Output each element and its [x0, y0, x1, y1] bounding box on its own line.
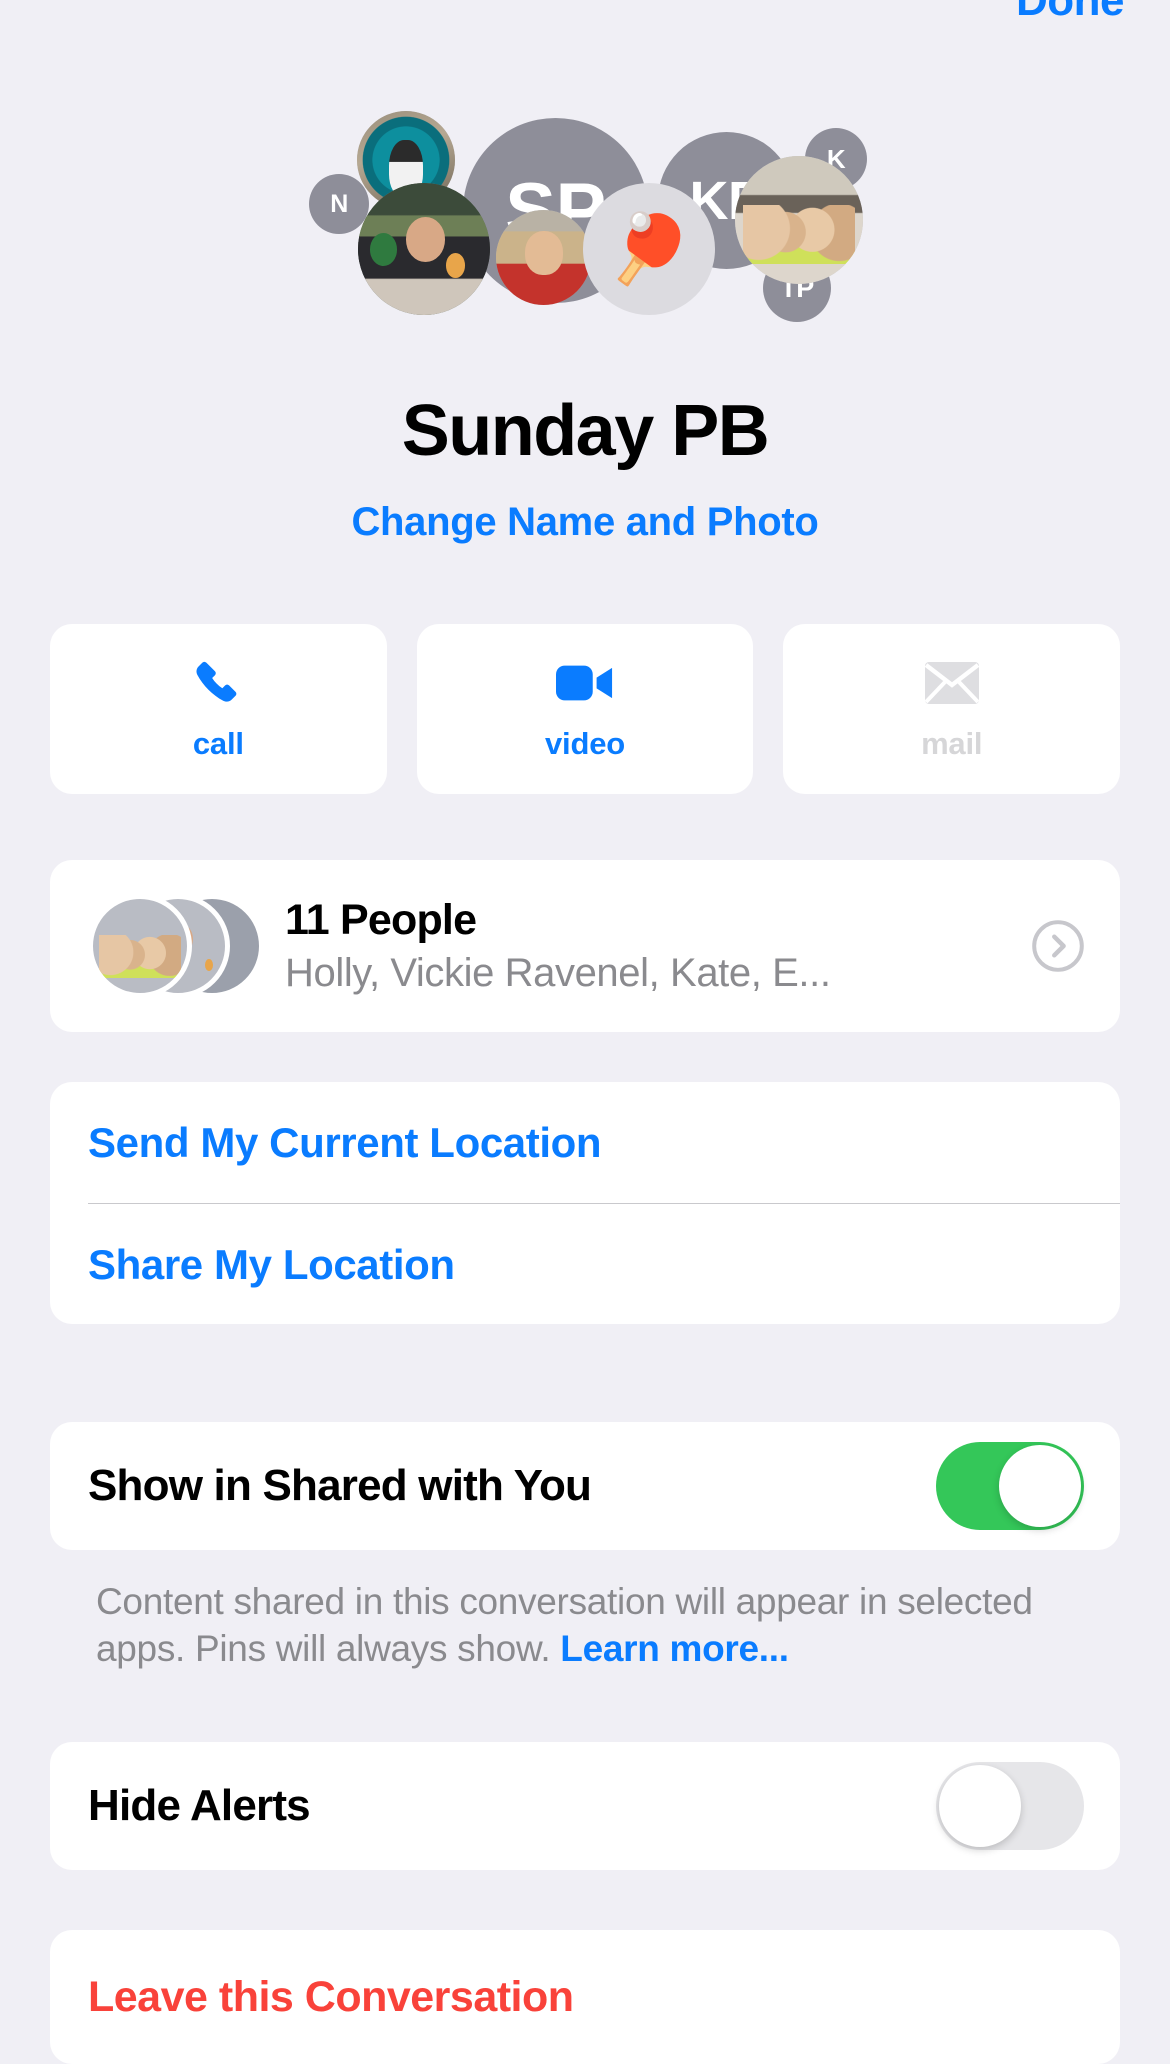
leave-conversation-card: Leave this Conversation: [50, 1930, 1120, 2064]
share-my-location-button[interactable]: Share My Location: [50, 1204, 1120, 1325]
participant-avatar-stack: [88, 894, 264, 998]
change-name-and-photo-link[interactable]: Change Name and Photo: [0, 500, 1170, 545]
shared-with-you-label: Show in Shared with You: [88, 1461, 592, 1510]
navigation-bar: Done: [0, 0, 1170, 40]
avatar-portrait-photo: [496, 210, 591, 305]
people-row[interactable]: 11 People Holly, Vickie Ravenel, Kate, E…: [50, 860, 1120, 1032]
people-text-block: 11 People Holly, Vickie Ravenel, Kate, E…: [285, 896, 1030, 996]
people-count-label: 11 People: [285, 895, 477, 944]
chevron-right-circle-icon[interactable]: [1030, 918, 1086, 974]
leave-conversation-button[interactable]: Leave this Conversation: [50, 1930, 1120, 2064]
quick-actions-row: call video mail: [50, 624, 1121, 794]
portrait-photo-fill: [496, 210, 591, 305]
video-icon: [556, 656, 614, 710]
group-photo-fill: [735, 156, 863, 284]
mail-icon: [924, 656, 980, 710]
send-my-current-location-button[interactable]: Send My Current Location: [50, 1082, 1120, 1203]
call-button-label: call: [192, 726, 244, 761]
shared-with-you-footnote: Content shared in this conversation will…: [96, 1578, 1066, 1673]
hide-alerts-row: Hide Alerts: [50, 1742, 1120, 1870]
people-names-label: Holly, Vickie Ravenel, Kate, E...: [285, 951, 831, 996]
hide-alerts-toggle[interactable]: [936, 1762, 1084, 1850]
video-button-label: video: [545, 726, 625, 761]
group-avatar-cluster[interactable]: SP KP K N TP 🏓: [0, 96, 1170, 376]
toggle-knob: [939, 1765, 1021, 1847]
page-title: Sunday PB: [401, 391, 770, 471]
learn-more-link[interactable]: Learn more...: [560, 1628, 789, 1669]
group-details-screen: Done SP KP K N TP 🏓: [0, 0, 1170, 2064]
avatar-initials-label: N: [330, 189, 348, 218]
call-button[interactable]: call: [50, 624, 387, 794]
shared-with-you-row: Show in Shared with You: [50, 1422, 1120, 1550]
avatar-friends-photo: [358, 183, 490, 315]
friends-photo-fill: [358, 183, 490, 315]
ping-pong-paddle-icon: 🏓: [606, 211, 692, 287]
people-row-content: 11 People Holly, Vickie Ravenel, Kate, E…: [50, 860, 1120, 1032]
toggle-knob: [999, 1445, 1081, 1527]
shared-with-you-card: Show in Shared with You: [50, 1422, 1120, 1550]
mail-button-label: mail: [921, 726, 983, 761]
avatar-group-photo: [735, 156, 863, 284]
shared-with-you-toggle[interactable]: [936, 1442, 1084, 1530]
location-card: Send My Current Location Share My Locati…: [50, 1082, 1120, 1324]
mail-button[interactable]: mail: [783, 624, 1121, 794]
avatar-pingpong-emoji: 🏓: [583, 183, 715, 315]
done-button[interactable]: Done: [1016, 0, 1125, 26]
hide-alerts-label: Hide Alerts: [88, 1781, 311, 1830]
hide-alerts-card: Hide Alerts: [50, 1742, 1120, 1870]
video-button[interactable]: video: [416, 624, 754, 794]
stacked-avatar-1: [88, 894, 192, 998]
phone-icon: [192, 656, 244, 710]
